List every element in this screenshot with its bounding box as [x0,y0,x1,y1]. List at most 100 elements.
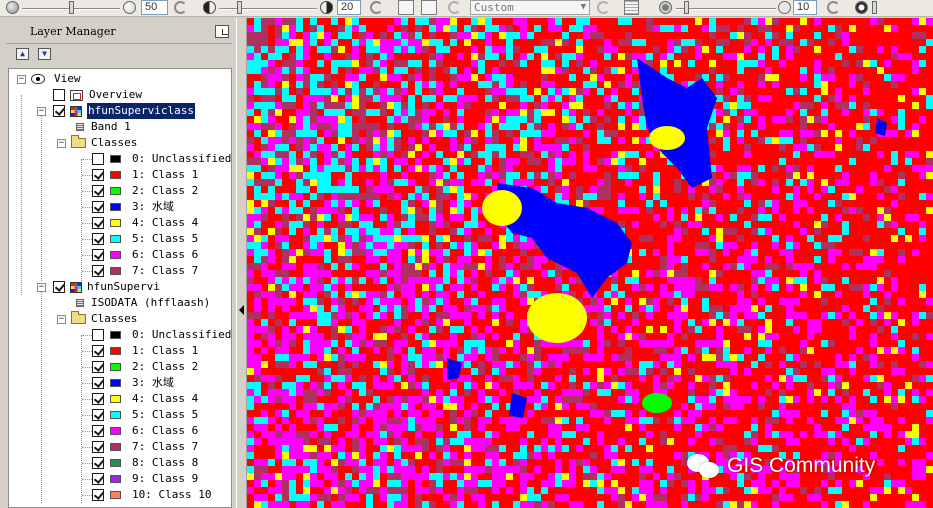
collapse-icon[interactable]: − [57,139,66,148]
contrast-max-icon[interactable] [320,1,333,14]
sharpen-icon[interactable] [855,1,868,14]
tree-row-view[interactable]: − View [9,71,229,87]
tree-row-classes[interactable]: − Classes [9,135,229,151]
class-color-swatch[interactable] [110,379,121,387]
tree-row-band[interactable]: ISODATA (hfflaash) [9,295,229,311]
collapse-panel-icon[interactable] [239,305,244,315]
class-visibility-checkbox[interactable] [92,153,104,165]
class-color-swatch[interactable] [110,235,121,243]
tree-row-class[interactable]: 0: Unclassified [9,327,231,343]
map-view[interactable]: GIS Community [247,18,933,508]
class-visibility-checkbox[interactable] [92,393,104,405]
contrast-reset-icon[interactable] [370,1,383,14]
tree-row-class[interactable]: 1: Class 1 [9,167,229,183]
overview-checkbox[interactable] [53,89,65,101]
tree-row-class[interactable]: 2: Class 2 [9,359,229,375]
layer-tree[interactable]: − View Overview − hfunSuperviclass Band … [8,68,232,508]
class-visibility-checkbox[interactable] [92,185,104,197]
class-color-swatch[interactable] [110,347,121,355]
stretch-extent-icon[interactable] [398,0,414,15]
class-visibility-checkbox[interactable] [92,265,104,277]
brightness-min-icon[interactable] [6,1,19,14]
collapse-icon[interactable]: − [37,283,46,292]
class-color-swatch[interactable] [110,267,121,275]
class-color-swatch[interactable] [110,219,121,227]
class-color-swatch[interactable] [110,155,121,163]
layer-name[interactable]: hfunSupervi [87,279,160,295]
tree-row-class[interactable]: 9: Class 9 [9,471,229,487]
class-visibility-checkbox[interactable] [92,233,104,245]
stretch-type-combo[interactable]: Custom ▼ [470,0,590,15]
class-color-swatch[interactable] [110,443,121,451]
brightness-reset-icon[interactable] [174,1,187,14]
tree-row-layer[interactable]: − hfunSuperviclass [9,103,229,119]
class-color-swatch[interactable] [110,491,121,499]
tree-row-classes[interactable]: − Classes [9,311,229,327]
collapse-icon[interactable]: − [37,107,46,116]
tree-row-band[interactable]: Band 1 [9,119,229,135]
class-color-swatch[interactable] [110,475,121,483]
tree-row-class[interactable]: 7: Class 7 [9,263,229,279]
stretch-reset-icon[interactable] [597,1,610,14]
tree-row-class[interactable]: 4: Class 4 [9,215,229,231]
class-color-swatch[interactable] [110,459,121,467]
class-visibility-checkbox[interactable] [92,489,104,501]
contrast-min-icon[interactable] [203,1,216,14]
class-visibility-checkbox[interactable] [92,361,104,373]
layer-name[interactable]: hfunSuperviclass [87,103,195,119]
layer-visibility-checkbox[interactable] [53,105,65,117]
move-up-icon[interactable]: ▲ [16,48,29,60]
tree-row-class[interactable]: 6: Class 6 [9,247,229,263]
contrast-slider[interactable] [219,8,317,10]
class-color-swatch[interactable] [110,427,121,435]
tree-row-class[interactable]: 6: Class 6 [9,423,229,439]
transparency-reset-icon[interactable] [827,1,840,14]
tree-row-overview[interactable]: Overview [9,87,229,103]
class-color-swatch[interactable] [110,411,121,419]
class-visibility-checkbox[interactable] [92,425,104,437]
dock-icon[interactable] [215,25,229,38]
panel-splitter[interactable] [236,18,247,508]
tree-row-class[interactable]: 2: Class 2 [9,183,229,199]
brightness-max-icon[interactable] [123,1,136,14]
class-visibility-checkbox[interactable] [92,217,104,229]
transparency-value-field[interactable]: 10 [793,0,817,15]
tree-row-class[interactable]: 1: Class 1 [9,343,229,359]
brightness-value-field[interactable]: 50 [141,0,168,15]
tree-row-class[interactable]: 4: Class 4 [9,391,229,407]
brightness-slider-thumb[interactable] [69,1,74,14]
tree-row-class[interactable]: 0: Unclassified [9,151,231,167]
class-color-swatch[interactable] [110,203,121,211]
class-color-swatch[interactable] [110,171,121,179]
tree-row-layer[interactable]: − hfunSupervi [9,279,229,295]
transparency-min-icon[interactable] [659,1,672,14]
class-visibility-checkbox[interactable] [92,441,104,453]
tree-row-class[interactable]: 10: Class 10 [9,487,229,503]
class-visibility-checkbox[interactable] [92,249,104,261]
class-color-swatch[interactable] [110,363,121,371]
tree-row-class[interactable]: 5: Class 5 [9,231,229,247]
stretch-settings-icon[interactable] [624,0,639,15]
class-visibility-checkbox[interactable] [92,473,104,485]
class-visibility-checkbox[interactable] [92,329,104,341]
layer-visibility-checkbox[interactable] [53,281,65,293]
collapse-icon[interactable]: − [57,315,66,324]
class-color-swatch[interactable] [110,331,121,339]
tree-row-class[interactable]: 3: 水域 [9,199,229,215]
sharpen-slider-thumb[interactable] [872,1,877,14]
tree-row-class[interactable]: 8: Class 8 [9,455,229,471]
class-visibility-checkbox[interactable] [92,345,104,357]
class-visibility-checkbox[interactable] [92,377,104,389]
class-visibility-checkbox[interactable] [92,169,104,181]
move-down-icon[interactable]: ▼ [38,48,51,60]
transparency-max-icon[interactable] [778,1,791,14]
class-visibility-checkbox[interactable] [92,457,104,469]
class-color-swatch[interactable] [110,187,121,195]
contrast-value-field[interactable]: 20 [337,0,361,15]
class-color-swatch[interactable] [110,395,121,403]
class-color-swatch[interactable] [110,251,121,259]
stretch-view-icon[interactable] [421,0,437,15]
collapse-icon[interactable]: − [17,75,26,84]
class-visibility-checkbox[interactable] [92,409,104,421]
tree-row-class[interactable]: 3: 水域 [9,375,229,391]
